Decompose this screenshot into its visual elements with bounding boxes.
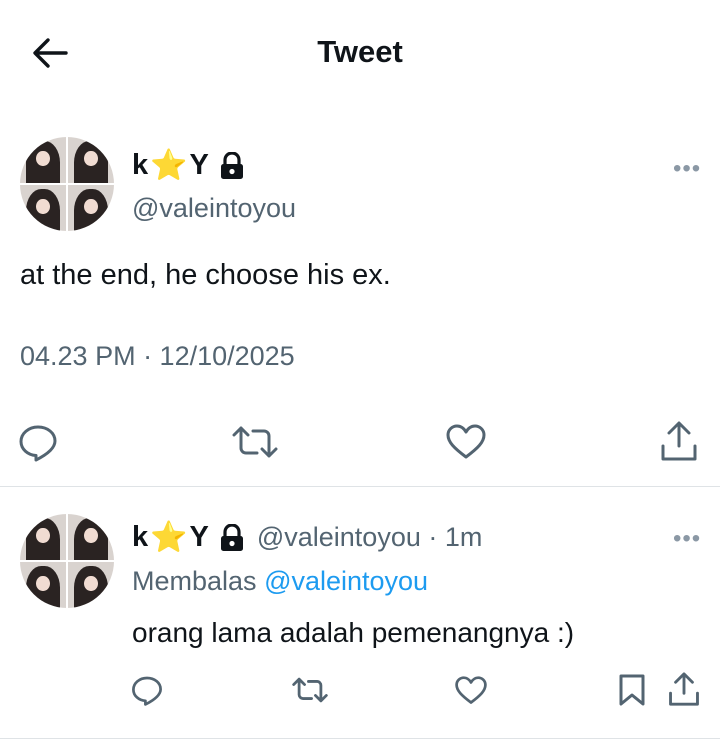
user-handle[interactable]: @valeintoyou bbox=[132, 193, 296, 224]
more-options-icon[interactable]: ••• bbox=[673, 525, 701, 553]
like-button[interactable] bbox=[455, 676, 487, 705]
display-name-suffix: Y bbox=[189, 149, 209, 181]
reply-header[interactable]: k ⭐ Y @valeintoyou · 1m bbox=[132, 520, 482, 555]
lock-icon bbox=[220, 151, 243, 179]
tweet-text: at the end, he choose his ex. bbox=[20, 259, 391, 291]
display-name[interactable]: k ⭐ Y bbox=[132, 148, 245, 183]
tweet-timestamp[interactable]: 04.23 PM · 12/10/2025 bbox=[20, 341, 295, 372]
like-icon bbox=[455, 676, 487, 704]
share-button[interactable] bbox=[660, 420, 698, 462]
reply-handle-time: @valeintoyou · 1m bbox=[256, 522, 483, 552]
divider bbox=[0, 486, 720, 487]
like-button[interactable] bbox=[446, 424, 486, 460]
like-icon bbox=[446, 424, 486, 459]
display-name-suffix: Y bbox=[189, 521, 209, 553]
replying-to: Membalas @valeintoyou bbox=[132, 566, 428, 597]
retweet-button[interactable] bbox=[232, 424, 278, 460]
star-emoji-icon: ⭐ bbox=[150, 149, 188, 182]
more-options-icon[interactable]: ••• bbox=[673, 155, 701, 183]
reply-icon bbox=[132, 676, 162, 706]
replying-label: Membalas bbox=[132, 566, 257, 596]
retweet-icon bbox=[292, 677, 328, 703]
divider bbox=[0, 738, 720, 739]
reply-icon bbox=[19, 425, 57, 462]
reply-button[interactable] bbox=[131, 674, 163, 706]
retweet-button[interactable] bbox=[292, 676, 328, 704]
reply-text: orang lama adalah pemenangnya :) bbox=[132, 617, 575, 648]
replying-handle-link[interactable]: @valeintoyou bbox=[264, 566, 428, 596]
lock-icon bbox=[220, 523, 243, 551]
avatar[interactable] bbox=[20, 137, 114, 231]
display-name-prefix: k bbox=[132, 149, 149, 181]
page-title: Tweet bbox=[317, 34, 403, 69]
bookmark-button[interactable] bbox=[618, 673, 646, 707]
bookmark-icon bbox=[619, 674, 645, 706]
reply-avatar[interactable] bbox=[20, 514, 114, 608]
share-icon bbox=[669, 672, 699, 706]
reply-button[interactable] bbox=[18, 422, 58, 462]
star-emoji-icon: ⭐ bbox=[150, 521, 188, 554]
display-name-prefix: k bbox=[132, 521, 149, 553]
retweet-icon bbox=[232, 426, 278, 458]
share-button[interactable] bbox=[668, 671, 700, 707]
share-icon bbox=[661, 421, 697, 461]
